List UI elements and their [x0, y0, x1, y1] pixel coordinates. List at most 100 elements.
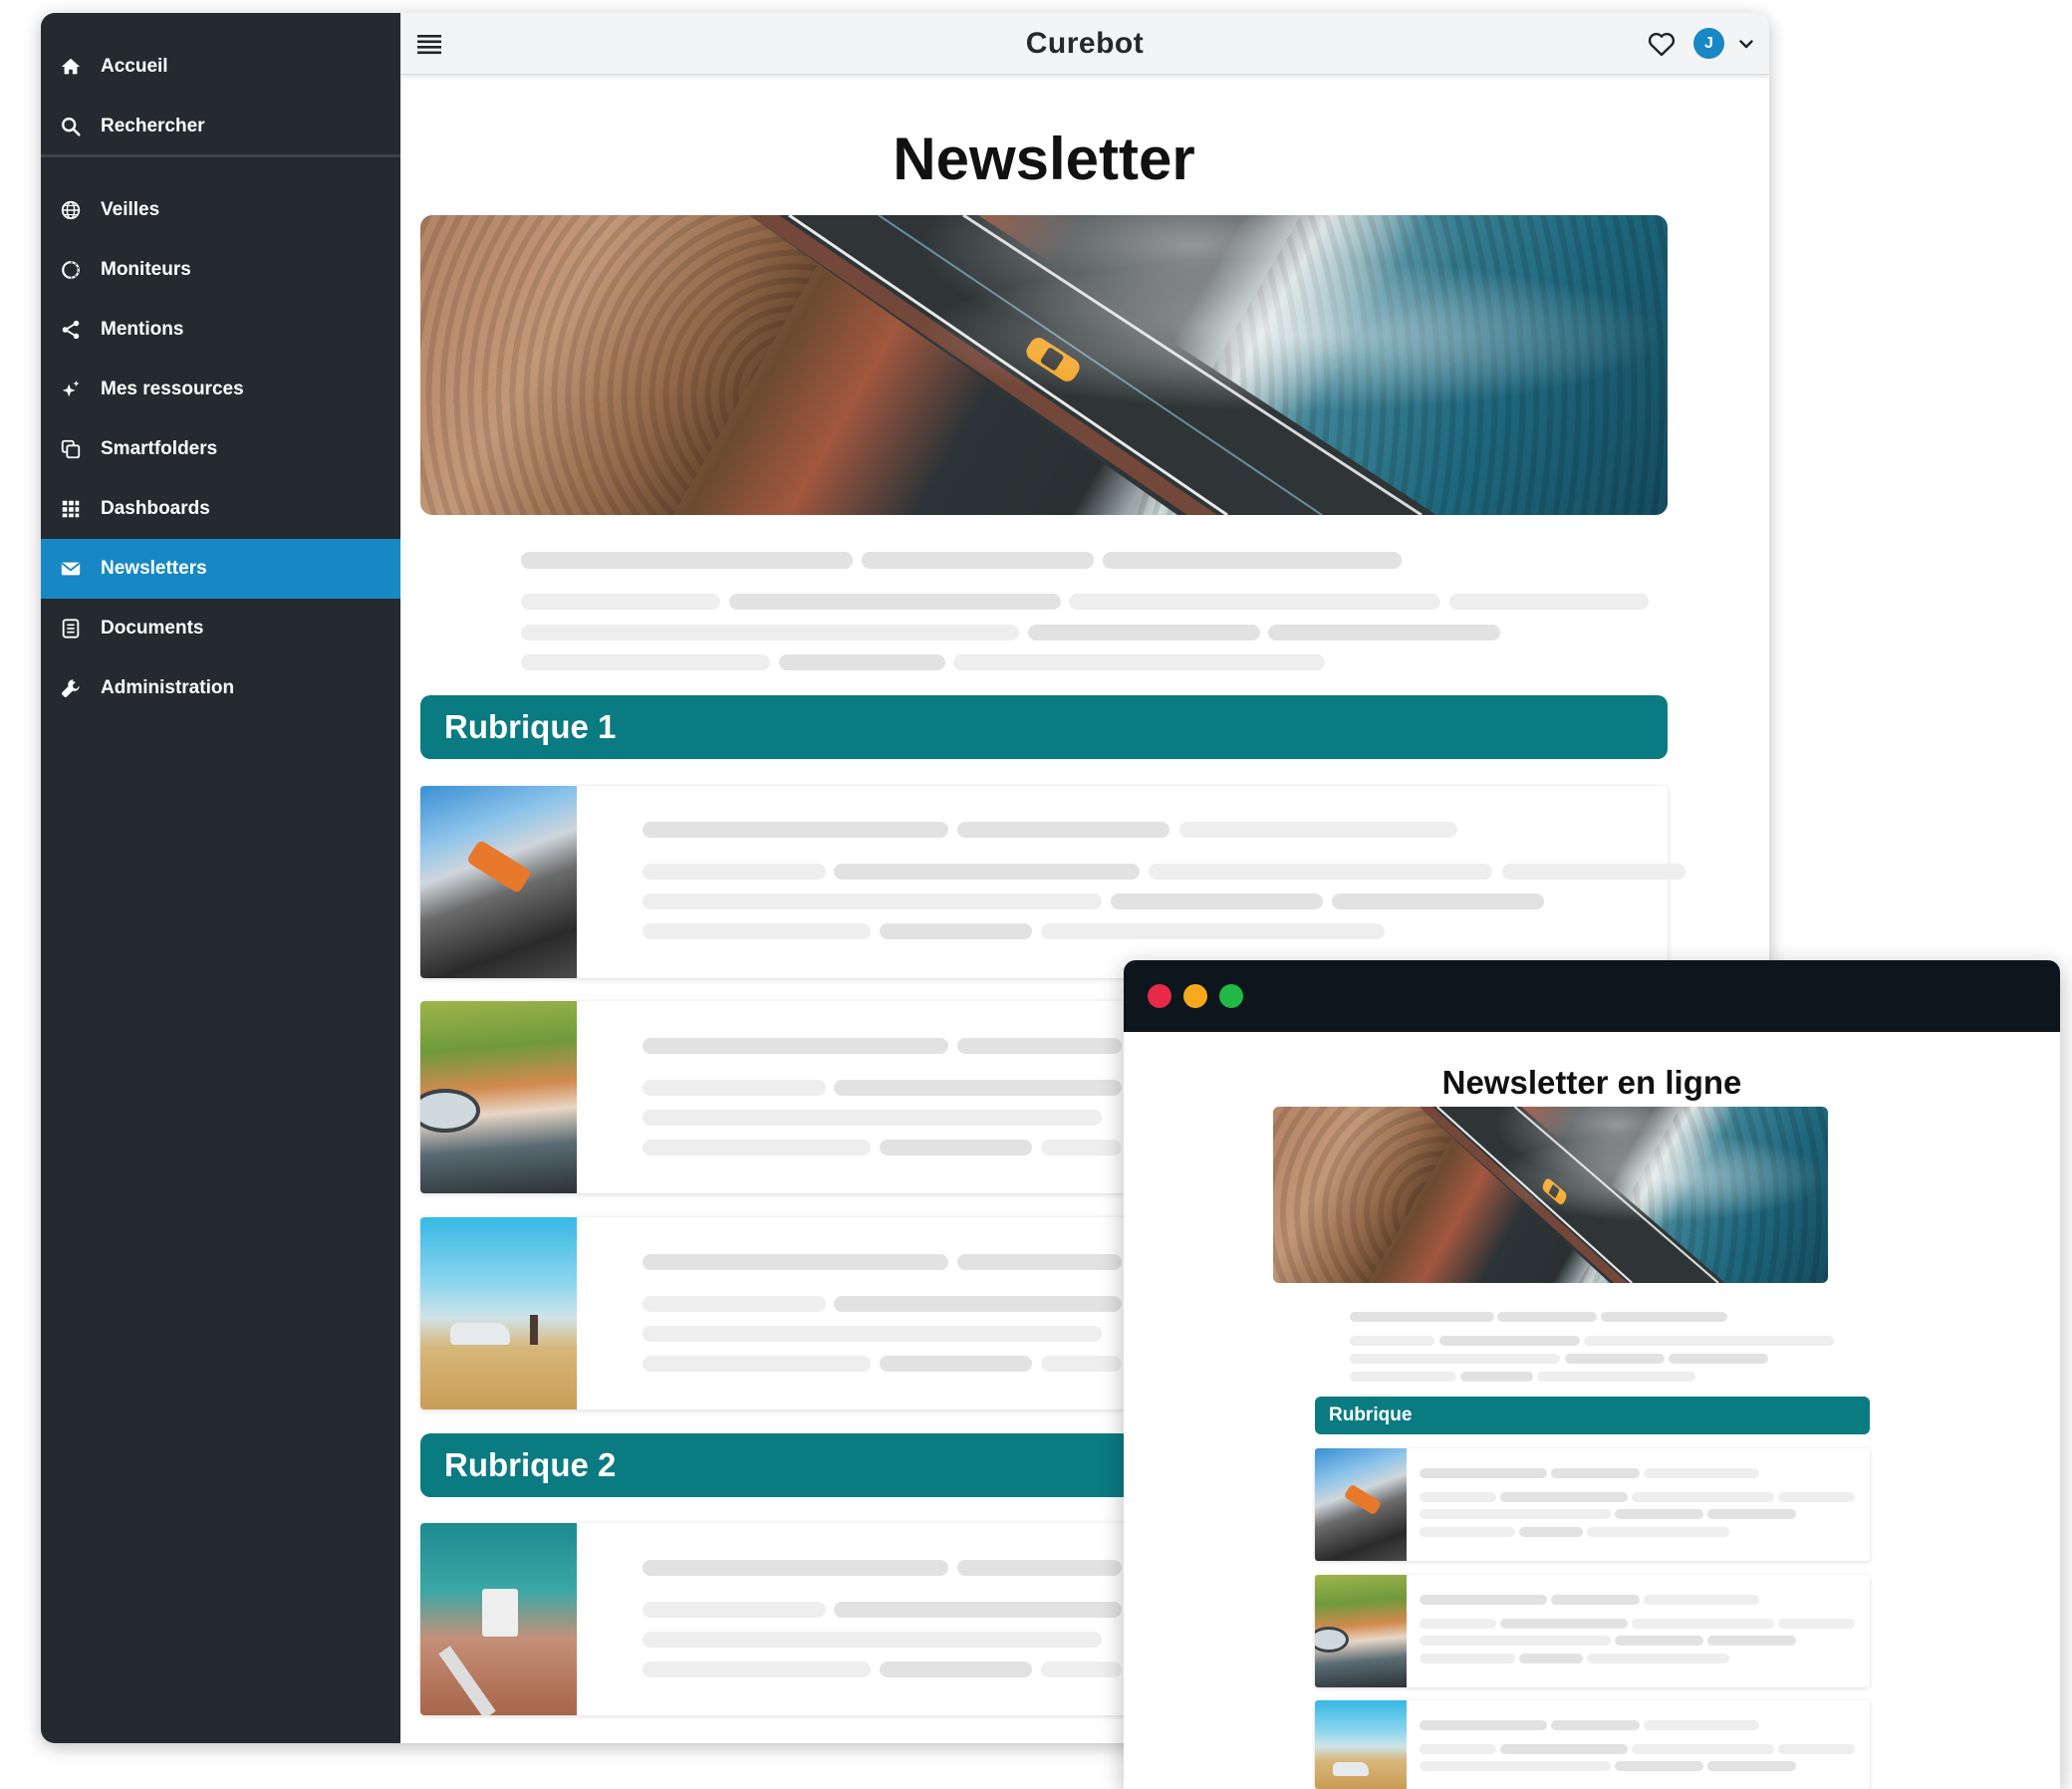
text-placeholder [1103, 552, 1402, 569]
window-title-bar [1124, 960, 2060, 1032]
text-placeholder [521, 594, 720, 610]
text-placeholder [1420, 1619, 1496, 1629]
monitor-circle-icon [59, 258, 83, 282]
heart-icon[interactable] [1646, 28, 1678, 60]
sidebar-item-label: Administration [101, 677, 235, 698]
text-placeholder [1350, 1312, 1494, 1322]
text-placeholder [1551, 1468, 1640, 1478]
article-thumbnail [1315, 1575, 1407, 1687]
window-article-card[interactable] [1315, 1448, 1870, 1561]
text-placeholder [1551, 1720, 1640, 1730]
text-placeholder [1778, 1619, 1855, 1629]
brand-logo: Curebot [1025, 27, 1145, 60]
sidebar-item-label: Mes ressources [101, 379, 244, 399]
text-placeholder [834, 1602, 1122, 1618]
text-placeholder [1460, 1372, 1533, 1382]
text-placeholder [1537, 1372, 1695, 1382]
text-placeholder [643, 894, 1102, 909]
globe-icon [59, 198, 83, 222]
text-placeholder [880, 1356, 1032, 1372]
text-placeholder [880, 1661, 1032, 1677]
text-placeholder [1497, 1312, 1597, 1322]
text-placeholder [1420, 1492, 1496, 1502]
text-placeholder [643, 1296, 826, 1312]
text-placeholder [1615, 1636, 1703, 1646]
text-placeholder [1420, 1761, 1611, 1771]
chevron-down-icon[interactable] [1738, 36, 1754, 52]
search-icon [59, 115, 83, 138]
sidebar-item-label: Smartfolders [101, 438, 218, 459]
text-placeholder [1041, 1140, 1122, 1155]
window-page-title: Newsletter en ligne [1441, 1064, 1742, 1101]
article-thumbnail [420, 786, 577, 978]
article-thumbnail [420, 1001, 577, 1193]
text-placeholder [1632, 1744, 1774, 1754]
text-placeholder [1332, 894, 1544, 909]
wrench-icon [59, 676, 83, 700]
sidebar-item-smartfolders[interactable]: Smartfolders [41, 419, 400, 479]
text-placeholder [643, 1110, 1102, 1126]
sidebar-item-rechercher[interactable]: Rechercher [41, 97, 400, 156]
envelope-icon [59, 557, 83, 581]
text-placeholder [643, 822, 948, 838]
text-placeholder [643, 1038, 948, 1054]
text-placeholder [957, 1254, 1122, 1270]
sidebar-item-administration[interactable]: Administration [41, 658, 400, 718]
text-placeholder [1420, 1720, 1547, 1730]
text-placeholder [834, 1080, 1122, 1096]
sidebar-item-mentions[interactable]: Mentions [41, 300, 400, 360]
text-placeholder [1644, 1720, 1759, 1730]
text-placeholder [1439, 1336, 1580, 1346]
text-placeholder [1420, 1595, 1547, 1605]
text-placeholder [1268, 625, 1500, 640]
text-placeholder [1778, 1744, 1855, 1754]
text-placeholder [1149, 864, 1492, 880]
text-placeholder [957, 1560, 1122, 1576]
sidebar-item-newsletters[interactable]: Newsletters [41, 539, 400, 599]
text-placeholder [1519, 1527, 1583, 1537]
sidebar-item-accueil[interactable]: Accueil [41, 37, 400, 97]
sidebar: Accueil Rechercher Veilles Moniteurs Men… [41, 13, 400, 1743]
text-placeholder [643, 1356, 871, 1372]
avatar[interactable]: J [1693, 28, 1724, 59]
text-placeholder [1601, 1312, 1727, 1322]
text-placeholder [1587, 1527, 1729, 1537]
article-thumbnail [420, 1523, 577, 1715]
text-placeholder [1420, 1468, 1547, 1478]
text-placeholder [1420, 1509, 1611, 1519]
text-placeholder [953, 654, 1325, 670]
text-placeholder [1041, 1356, 1122, 1372]
text-placeholder [1028, 625, 1260, 640]
page-title: Newsletter [893, 126, 1195, 192]
text-placeholder [643, 1140, 871, 1155]
sidebar-item-dashboards[interactable]: Dashboards [41, 479, 400, 539]
article-card[interactable] [420, 786, 1668, 978]
text-placeholder [1778, 1492, 1855, 1502]
sidebar-item-label: Accueil [101, 56, 168, 77]
close-window-button[interactable] [1148, 984, 1171, 1008]
maximize-window-button[interactable] [1219, 984, 1243, 1008]
text-placeholder [1350, 1354, 1560, 1364]
minimize-window-button[interactable] [1183, 984, 1207, 1008]
text-placeholder [643, 1254, 948, 1270]
text-placeholder [1669, 1354, 1768, 1364]
text-placeholder [643, 1602, 826, 1618]
text-placeholder [1584, 1336, 1834, 1346]
section-header: Rubrique 1 [420, 695, 1668, 759]
window-hero-image [1273, 1107, 1828, 1283]
text-placeholder [1350, 1372, 1456, 1382]
text-placeholder [1632, 1492, 1774, 1502]
text-placeholder [880, 1140, 1032, 1155]
text-placeholder [1615, 1761, 1703, 1771]
text-placeholder [521, 654, 770, 670]
article-thumbnail [420, 1217, 577, 1409]
sidebar-item-veilles[interactable]: Veilles [41, 180, 400, 240]
hero-image [420, 215, 1668, 515]
image-texture [1273, 1107, 1828, 1283]
window-article-card[interactable] [1315, 1575, 1870, 1687]
sidebar-item-mes-ressources[interactable]: Mes ressources [41, 360, 400, 419]
text-placeholder [1500, 1492, 1628, 1502]
sidebar-item-moniteurs[interactable]: Moniteurs [41, 240, 400, 300]
sidebar-item-documents[interactable]: Documents [41, 599, 400, 658]
text-placeholder [957, 1038, 1122, 1054]
